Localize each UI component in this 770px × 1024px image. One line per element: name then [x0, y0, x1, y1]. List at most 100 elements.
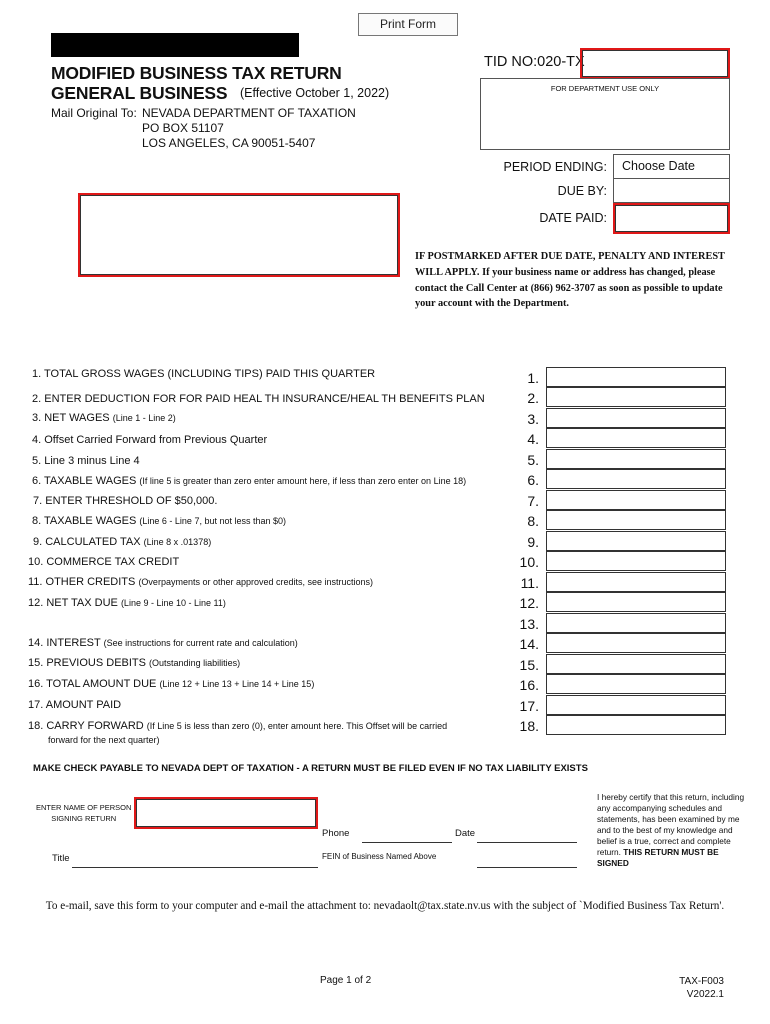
line-note: (If line 5 is greater than zero enter am…: [139, 476, 467, 486]
line-number: 4.: [527, 431, 539, 447]
line-note: (Line 12 + Line 13 + Line 14 + Line 15): [159, 679, 315, 689]
line-label: 18. CARRY FORWARD (If Line 5 is less tha…: [28, 720, 447, 732]
line-8-input[interactable]: [546, 510, 726, 530]
business-name-address-field[interactable]: [78, 193, 400, 277]
late-payment-notice: IF POSTMARKED AFTER DUE DATE, PENALTY AN…: [415, 249, 745, 312]
line-number: 7.: [527, 493, 539, 509]
line-number: 18.: [519, 718, 539, 734]
line-label-text: 7. ENTER THRESHOLD OF $50,000.: [33, 495, 218, 507]
form-code: TAX-F003: [679, 976, 724, 987]
signer-label-line: ENTER NAME OF PERSON: [36, 803, 132, 812]
line-15-input[interactable]: [546, 654, 726, 674]
line-4-input[interactable]: [546, 428, 726, 448]
line-10-input[interactable]: [546, 551, 726, 571]
department-use-label: FOR DEPARTMENT USE ONLY: [550, 84, 660, 93]
line-number: 11.: [520, 575, 539, 591]
line-label-text: 15. PREVIOUS DEBITS: [28, 657, 146, 669]
line-label-text: 3. NET WAGES: [32, 412, 110, 424]
period-ending-datepicker[interactable]: Choose Date: [613, 154, 730, 179]
form-version: V2022.1: [686, 989, 724, 1000]
line-label: 8. TAXABLE WAGES (Line 6 - Line 7, but n…: [32, 515, 286, 527]
line-number: 5.: [527, 452, 539, 468]
line-note: (Line 1 - Line 2): [112, 413, 176, 423]
line-note: (If Line 5 is less than zero (0), enter …: [146, 721, 448, 731]
line-label-text: 9. CALCULATED TAX: [33, 536, 141, 548]
title-input[interactable]: [72, 867, 318, 868]
line-label: 5. Line 3 minus Line 4: [32, 455, 140, 467]
line-number: 3.: [527, 411, 539, 427]
line-13-input[interactable]: [546, 613, 726, 633]
line-6-input[interactable]: [546, 469, 726, 489]
line-label: 6. TAXABLE WAGES (If line 5 is greater t…: [32, 475, 466, 487]
line-label-text: 1. TOTAL GROSS WAGES (INCLUDING TIPS) PA…: [32, 368, 376, 380]
line-note: (Overpayments or other approved credits,…: [138, 577, 374, 587]
mail-address-line: LOS ANGELES, CA 90051-5407: [142, 136, 316, 150]
line-12-input[interactable]: [546, 592, 726, 612]
line-label: 4. Offset Carried Forward from Previous …: [32, 434, 267, 446]
line-5-input[interactable]: [546, 449, 726, 469]
line-note: (Line 9 - Line 10 - Line 11): [120, 598, 226, 608]
due-by-field[interactable]: [613, 178, 730, 203]
print-form-button[interactable]: Print Form: [358, 13, 458, 36]
line-number: 14.: [519, 636, 539, 652]
line-label: 1. TOTAL GROSS WAGES (INCLUDING TIPS) PA…: [32, 368, 375, 380]
line-number: 6.: [527, 472, 539, 488]
line-14-input[interactable]: [546, 633, 726, 653]
line-number: 16.: [519, 677, 539, 693]
line-label-text: 6. TAXABLE WAGES: [32, 475, 137, 487]
line-label: 10. COMMERCE TAX CREDIT: [28, 556, 179, 568]
date-input[interactable]: [477, 842, 577, 843]
line-label-text: 14. INTEREST: [28, 637, 101, 649]
line-note: (Line 6 - Line 7, but not less than $0): [139, 516, 286, 526]
line-3-input[interactable]: [546, 408, 726, 428]
line-label: 15. PREVIOUS DEBITS (Outstanding liabili…: [28, 657, 240, 669]
email-instructions: To e-mail, save this form to your comput…: [45, 900, 725, 912]
signer-label-line: SIGNING RETURN: [51, 814, 117, 823]
line-18-input[interactable]: [546, 715, 726, 735]
fein-label: FEIN of Business Named Above: [322, 852, 437, 861]
line-label-text: 8. TAXABLE WAGES: [32, 515, 137, 527]
signer-name-input[interactable]: [134, 797, 318, 829]
line-11-input[interactable]: [546, 572, 726, 592]
line-number: 2.: [527, 390, 539, 406]
line-label: 7. ENTER THRESHOLD OF $50,000.: [33, 495, 217, 507]
date-paid-field[interactable]: [613, 203, 730, 234]
line-note: (Outstanding liabilities): [149, 658, 241, 668]
mail-label: Mail Original To:: [51, 106, 137, 120]
line-7-input[interactable]: [546, 490, 726, 510]
date-paid-label: DATE PAID:: [539, 211, 607, 225]
line-number: 8.: [527, 513, 539, 529]
line-number: 12.: [519, 595, 539, 611]
phone-input[interactable]: [362, 842, 452, 843]
signer-label: ENTER NAME OF PERSON SIGNING RETURN: [36, 802, 131, 824]
line-label: 2. ENTER DEDUCTION FOR FOR PAID HEAL TH …: [32, 393, 485, 405]
page-number: Page 1 of 2: [320, 975, 372, 986]
line-note: (See instructions for current rate and c…: [103, 638, 298, 648]
line-number: 13.: [519, 616, 539, 632]
line-label-text: 2. ENTER DEDUCTION FOR FOR PAID HEAL TH …: [32, 393, 485, 405]
fein-input[interactable]: [477, 867, 577, 868]
line-label-text: 16. TOTAL AMOUNT DUE: [28, 678, 157, 690]
line-number: 15.: [519, 657, 539, 673]
line-label-text: 5. Line 3 minus Line 4: [32, 455, 140, 467]
phone-label: Phone: [322, 828, 350, 839]
period-ending-label: PERIOD ENDING:: [503, 160, 608, 174]
due-by-label: DUE BY:: [557, 184, 607, 198]
line-1-input[interactable]: [546, 367, 726, 387]
title-label: Title: [52, 853, 70, 864]
line-9-input[interactable]: [546, 531, 726, 551]
line-17-input[interactable]: [546, 695, 726, 715]
line-label: 16. TOTAL AMOUNT DUE (Line 12 + Line 13 …: [28, 678, 314, 690]
tid-input[interactable]: [580, 48, 730, 79]
line-16-input[interactable]: [546, 674, 726, 694]
line-label-text: 17. AMOUNT PAID: [28, 699, 122, 711]
line-label: 12. NET TAX DUE (Line 9 - Line 10 - Line…: [28, 597, 226, 609]
check-payable-note: MAKE CHECK PAYABLE TO NEVADA DEPT OF TAX…: [33, 763, 588, 774]
line-2-input[interactable]: [546, 387, 726, 407]
line-label-text: 4. Offset Carried Forward from Previous …: [32, 434, 268, 446]
effective-date: (Effective October 1, 2022): [240, 86, 390, 100]
line-number: 9.: [527, 534, 539, 550]
mail-address-line: NEVADA DEPARTMENT OF TAXATION: [142, 106, 356, 120]
tid-label: TID NO:020-TX: [484, 54, 585, 70]
form-id: TAX-F003 V2022.1: [660, 975, 724, 1001]
